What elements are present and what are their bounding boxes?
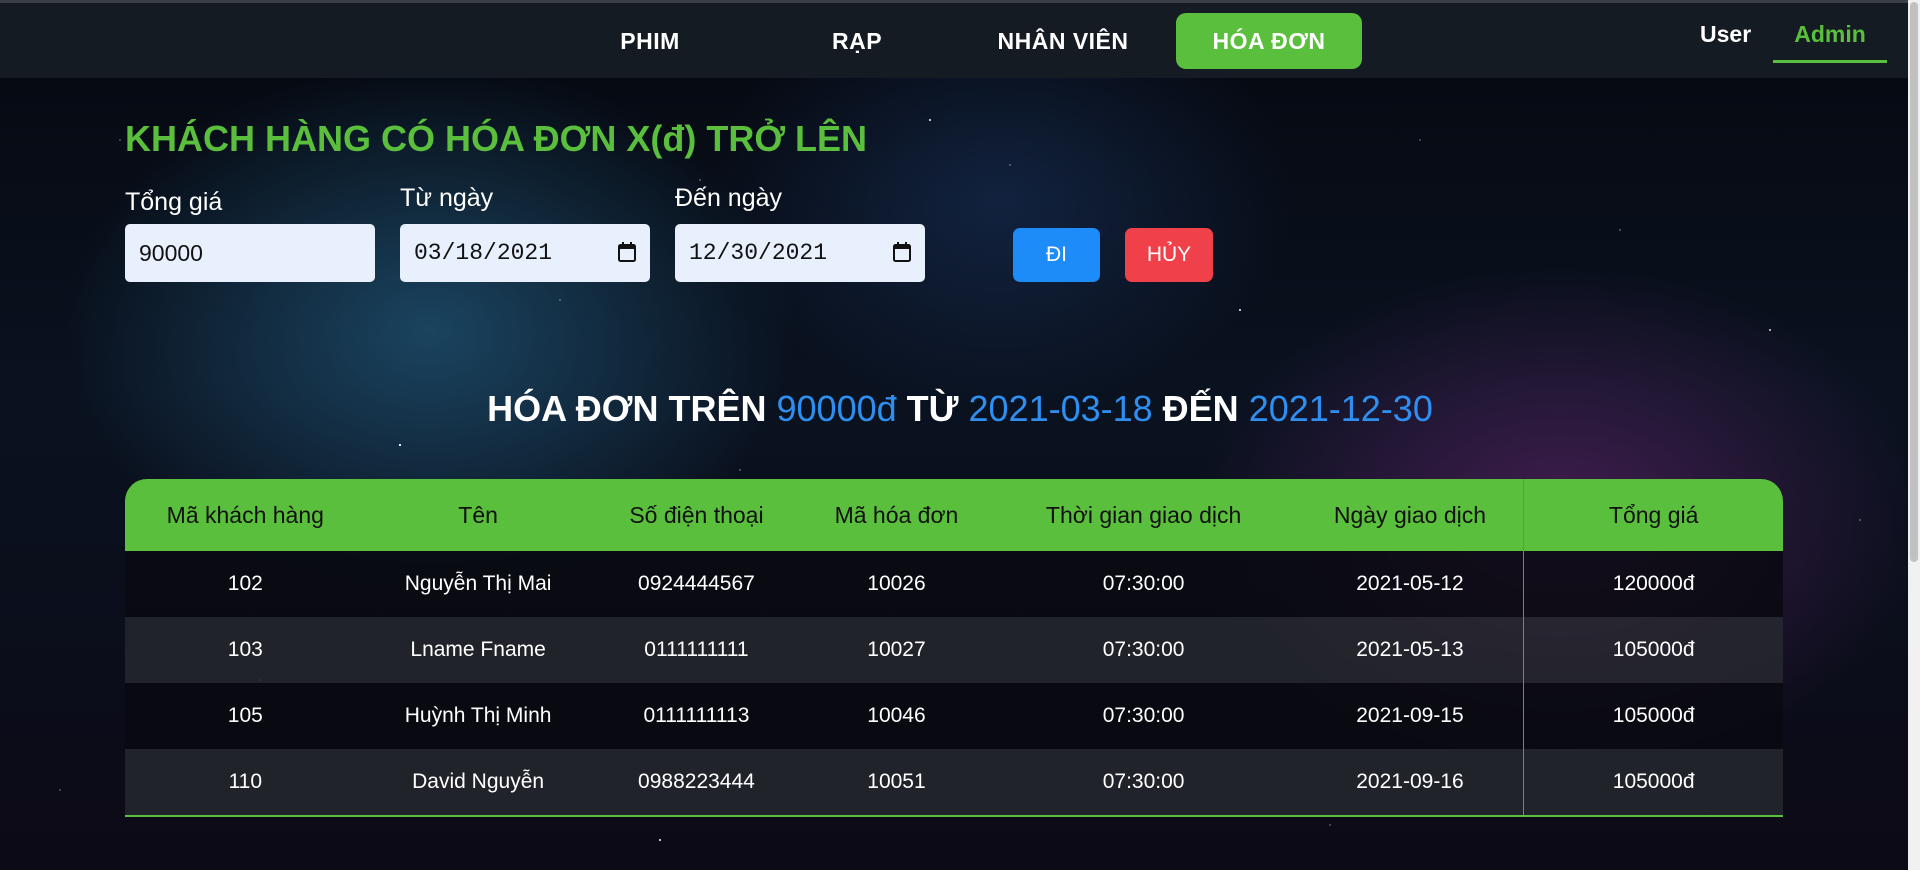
cell-phone: 0988223444 <box>638 770 755 793</box>
cell-invoice-id: 10027 <box>867 638 926 661</box>
cell-customer-id: 103 <box>227 638 263 661</box>
cell-invoice-id: 10046 <box>867 704 926 727</box>
cell-transaction-time: 07:30:00 <box>1102 770 1185 793</box>
page-scrollbar[interactable] <box>1908 0 1920 870</box>
header-total-price: Tổng giá <box>1523 479 1783 551</box>
nav-item-hoa-don[interactable]: HÓA ĐƠN <box>1176 13 1362 69</box>
cell-name: Huỳnh Thị Minh <box>404 704 552 727</box>
cell-invoice-id: 10026 <box>867 572 926 595</box>
cell-transaction-time: 07:30:00 <box>1102 572 1185 595</box>
table-row: 110 David Nguyễn 0988223444 10051 07:30:… <box>125 749 1783 816</box>
total-price-label: Tổng giá <box>125 188 223 216</box>
cell-name: Lname Fname <box>410 638 546 661</box>
cell-phone: 0924444567 <box>638 572 755 595</box>
result-prefix: HÓA ĐƠN TRÊN <box>487 388 777 429</box>
cell-customer-id: 110 <box>228 770 263 793</box>
from-date-label: Từ ngày <box>400 184 494 212</box>
role-admin-link[interactable]: Admin <box>1773 21 1887 63</box>
header-transaction-date: Ngày giao dịch <box>1333 501 1487 528</box>
cell-transaction-date: 2021-05-13 <box>1356 638 1464 661</box>
table-row: 103 Lname Fname 0111111111 10027 07:30:0… <box>125 617 1783 683</box>
top-navigation: PHIM RẠP NHÂN VIÊN HÓA ĐƠN User Admin <box>0 0 1920 78</box>
cell-total-price: 120000đ <box>1523 551 1783 617</box>
cell-customer-id: 102 <box>227 572 263 595</box>
header-invoice-id: Mã hóa đơn <box>834 501 959 528</box>
cell-transaction-date: 2021-05-12 <box>1356 572 1464 595</box>
cell-customer-id: 105 <box>227 704 263 727</box>
cell-total-price: 105000đ <box>1523 683 1783 749</box>
cell-phone: 0111111113 <box>643 704 750 727</box>
filter-section-title: KHÁCH HÀNG CÓ HÓA ĐƠN X(đ) TRỞ LÊN <box>125 118 868 159</box>
header-transaction-time: Thời gian giao dịch <box>1045 501 1242 528</box>
cell-total-price: 105000đ <box>1523 749 1783 816</box>
header-customer-id: Mã khách hàng <box>166 501 324 528</box>
cell-invoice-id: 10051 <box>867 770 926 793</box>
cell-transaction-date: 2021-09-16 <box>1356 770 1464 793</box>
cell-transaction-time: 07:30:00 <box>1102 704 1185 727</box>
result-to-date: 2021-12-30 <box>1248 388 1433 429</box>
result-amount: 90000đ <box>776 388 897 429</box>
cell-total-price: 105000đ <box>1523 617 1783 683</box>
role-user-link[interactable]: User <box>1700 21 1751 48</box>
result-from-word: TỪ <box>896 388 969 429</box>
invoice-table-container: Mã khách hàng Tên Số điện thoại Mã hóa đ… <box>125 479 1783 817</box>
header-name: Tên <box>458 501 498 528</box>
result-from-date: 2021-03-18 <box>968 388 1153 429</box>
cell-transaction-date: 2021-09-15 <box>1356 704 1464 727</box>
nav-item-phim[interactable]: PHIM <box>590 13 710 69</box>
table-header-row: Mã khách hàng Tên Số điện thoại Mã hóa đ… <box>125 479 1783 551</box>
cell-phone: 0111111111 <box>644 638 749 661</box>
from-date-value: 03/18/2021 <box>414 240 553 266</box>
cell-name: David Nguyễn <box>412 770 545 793</box>
result-to-word: ĐẾN <box>1152 388 1249 429</box>
go-button[interactable]: ĐI <box>1013 228 1100 282</box>
result-heading: HÓA ĐƠN TRÊN 90000đ TỪ 2021-03-18 ĐẾN 20… <box>0 388 1920 430</box>
scrollbar-thumb[interactable] <box>1910 2 1918 562</box>
cell-transaction-time: 07:30:00 <box>1102 638 1185 661</box>
table-row: 105 Huỳnh Thị Minh 0111111113 10046 07:3… <box>125 683 1783 749</box>
table-row: 102 Nguyễn Thị Mai 0924444567 10026 07:3… <box>125 551 1783 617</box>
nav-item-nhan-vien[interactable]: NHÂN VIÊN <box>978 13 1148 69</box>
to-date-input[interactable]: 12/30/2021 <box>675 224 925 282</box>
to-date-value: 12/30/2021 <box>689 240 828 266</box>
to-date-label: Đến ngày <box>675 184 783 212</box>
nav-item-rap[interactable]: RẠP <box>797 13 917 69</box>
cancel-button[interactable]: HỦY <box>1125 228 1213 282</box>
cell-name: Nguyễn Thị Mai <box>404 572 552 595</box>
from-date-input[interactable]: 03/18/2021 <box>400 224 650 282</box>
total-price-input[interactable]: 90000 <box>125 224 375 282</box>
header-phone: Số điện thoại <box>629 501 764 528</box>
calendar-icon[interactable] <box>618 242 636 262</box>
invoice-table: Mã khách hàng Tên Số điện thoại Mã hóa đ… <box>125 479 1783 817</box>
calendar-icon[interactable] <box>893 242 911 262</box>
